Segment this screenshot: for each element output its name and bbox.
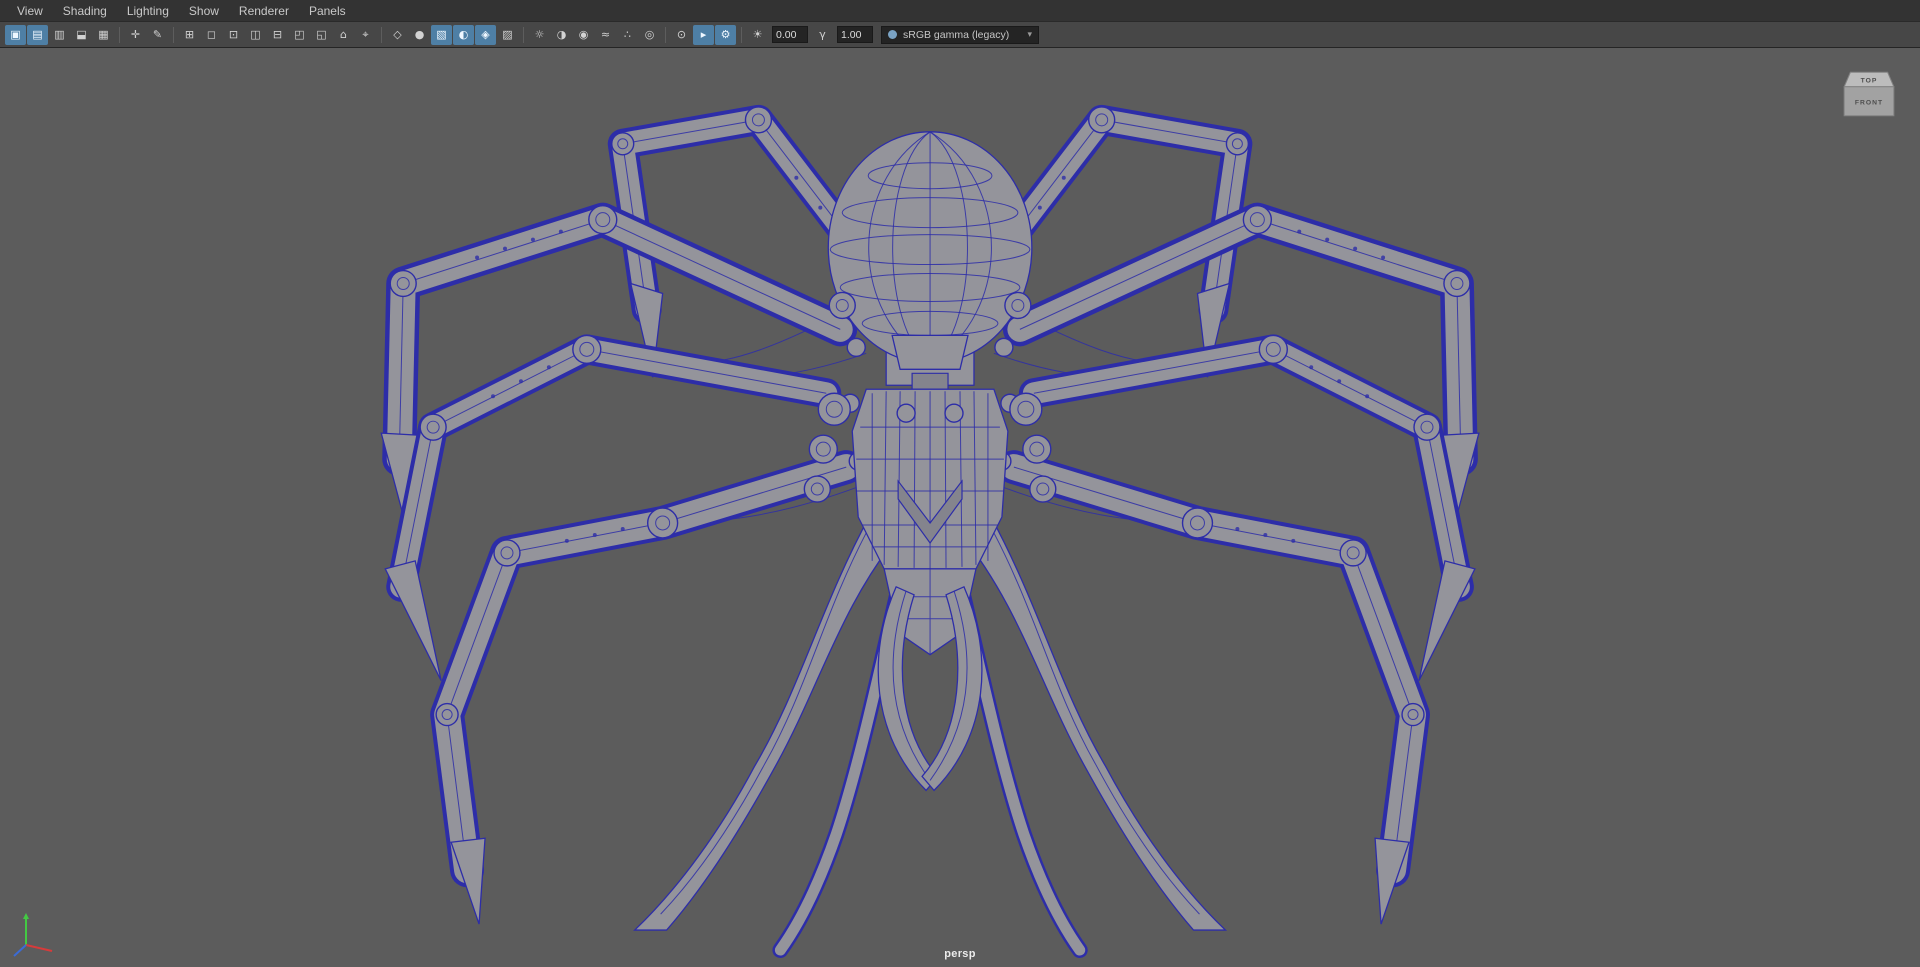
- toolbar-icons: ▣ ▤ ▥ ⬓ ▦ ✛ ✎ ⊞ ◻ ⊡ ◫ ⊟ ◰ ◱ ⌂ ⌖ ◇ ● ▧ ◐ ◈ ▨ ☼ ◑ ◉ ≈ ∴ ◎ ⊙ ▸ ⚙: [5, 24, 736, 45]
- smooth-shade-icon[interactable]: ●: [409, 25, 430, 45]
- safe-title-icon[interactable]: ◱: [311, 25, 332, 45]
- xray-icon[interactable]: ▨: [497, 25, 518, 45]
- toolbar-separator: [665, 26, 666, 43]
- chevron-down-icon: ▾: [1027, 29, 1032, 39]
- bookmark-icon[interactable]: ⬓: [71, 25, 92, 45]
- lighting-all-icon[interactable]: ☼: [529, 25, 550, 45]
- depth-of-field-icon[interactable]: ◎: [639, 25, 660, 45]
- field-chart-icon[interactable]: ⊟: [267, 25, 288, 45]
- two-d-pan-zoom-icon[interactable]: ✛: [125, 25, 146, 45]
- view-transform-value: sRGB gamma (legacy): [903, 28, 1010, 41]
- exposure-field[interactable]: [772, 26, 808, 43]
- exposure-icon[interactable]: ☀: [747, 25, 768, 45]
- viewcube-top-label: TOP: [1861, 78, 1878, 85]
- anti-aliasing-icon[interactable]: ∴: [617, 25, 638, 45]
- isolate-select-icon[interactable]: ⊙: [671, 25, 692, 45]
- viewcube-front-label: FRONT: [1855, 99, 1883, 106]
- viewport[interactable]: TOP FRONT persp: [0, 48, 1920, 967]
- toolbar-separator: [119, 26, 120, 43]
- film-gate-icon[interactable]: ◻: [201, 25, 222, 45]
- use-default-material-icon[interactable]: ◐: [453, 24, 474, 45]
- viewport-model: [0, 48, 1920, 967]
- frame-all-icon[interactable]: ⌂: [333, 25, 354, 45]
- shadows-icon[interactable]: ◑: [551, 25, 572, 45]
- menu-shading[interactable]: Shading: [54, 2, 116, 20]
- grease-pencil-icon[interactable]: ✎: [147, 25, 168, 45]
- menu-view[interactable]: View: [8, 2, 52, 20]
- toolbar-separator: [741, 26, 742, 43]
- toolbar-separator: [173, 26, 174, 43]
- wireframe-icon[interactable]: ◇: [387, 25, 408, 45]
- menu-panels[interactable]: Panels: [300, 2, 355, 20]
- camera-attributes-icon[interactable]: ▥: [49, 25, 70, 45]
- ambient-occlusion-icon[interactable]: ◉: [573, 25, 594, 45]
- gamma-icon[interactable]: γ: [812, 25, 833, 45]
- grid-icon[interactable]: ⊞: [179, 25, 200, 45]
- image-plane-icon[interactable]: ▦: [93, 25, 114, 45]
- menu-renderer[interactable]: Renderer: [230, 2, 298, 20]
- gate-mask-icon[interactable]: ◫: [245, 25, 266, 45]
- wireframe-on-shaded-icon[interactable]: ◈: [475, 24, 496, 45]
- viewport-renderer-icon[interactable]: ▸: [693, 24, 714, 45]
- menu-show[interactable]: Show: [180, 2, 228, 20]
- y-axis-arrow-icon: [23, 913, 29, 919]
- safe-action-icon[interactable]: ◰: [289, 25, 310, 45]
- view-transform-dropdown[interactable]: sRGB gamma (legacy) ▾: [881, 25, 1039, 44]
- render-settings-icon[interactable]: ⚙: [715, 24, 736, 45]
- camera-label: persp: [944, 948, 976, 960]
- panel-toolbar: ▣▤▥⬓▦ ✛✎ ⊞◻⊡◫⊟◰◱⌂⌖ ◇●▧◐◈▨ ☼◑◉≈∴◎ ⊙▸⚙ ☀ γ sRGB…: [0, 22, 1920, 48]
- lock-camera-icon[interactable]: ▤: [27, 24, 48, 45]
- maya-panel: View Shading Lighting Show Renderer Panels ▣ ▤…: [0, 0, 1920, 967]
- color-management-icon: [888, 30, 897, 39]
- toolbar-separator: [523, 26, 524, 43]
- gamma-field[interactable]: [837, 26, 873, 43]
- panel-menubar: View Shading Lighting Show Renderer Panels: [0, 0, 1920, 22]
- toolbar-separator: [381, 26, 382, 43]
- select-camera-icon[interactable]: ▣: [5, 24, 26, 45]
- viewcube[interactable]: TOP FRONT: [1840, 64, 1898, 122]
- motion-blur-icon[interactable]: ≈: [595, 25, 616, 45]
- resolution-gate-icon[interactable]: ⊡: [223, 25, 244, 45]
- textured-icon[interactable]: ▧: [431, 24, 452, 45]
- frame-selected-icon[interactable]: ⌖: [355, 25, 376, 45]
- menu-lighting[interactable]: Lighting: [118, 2, 178, 20]
